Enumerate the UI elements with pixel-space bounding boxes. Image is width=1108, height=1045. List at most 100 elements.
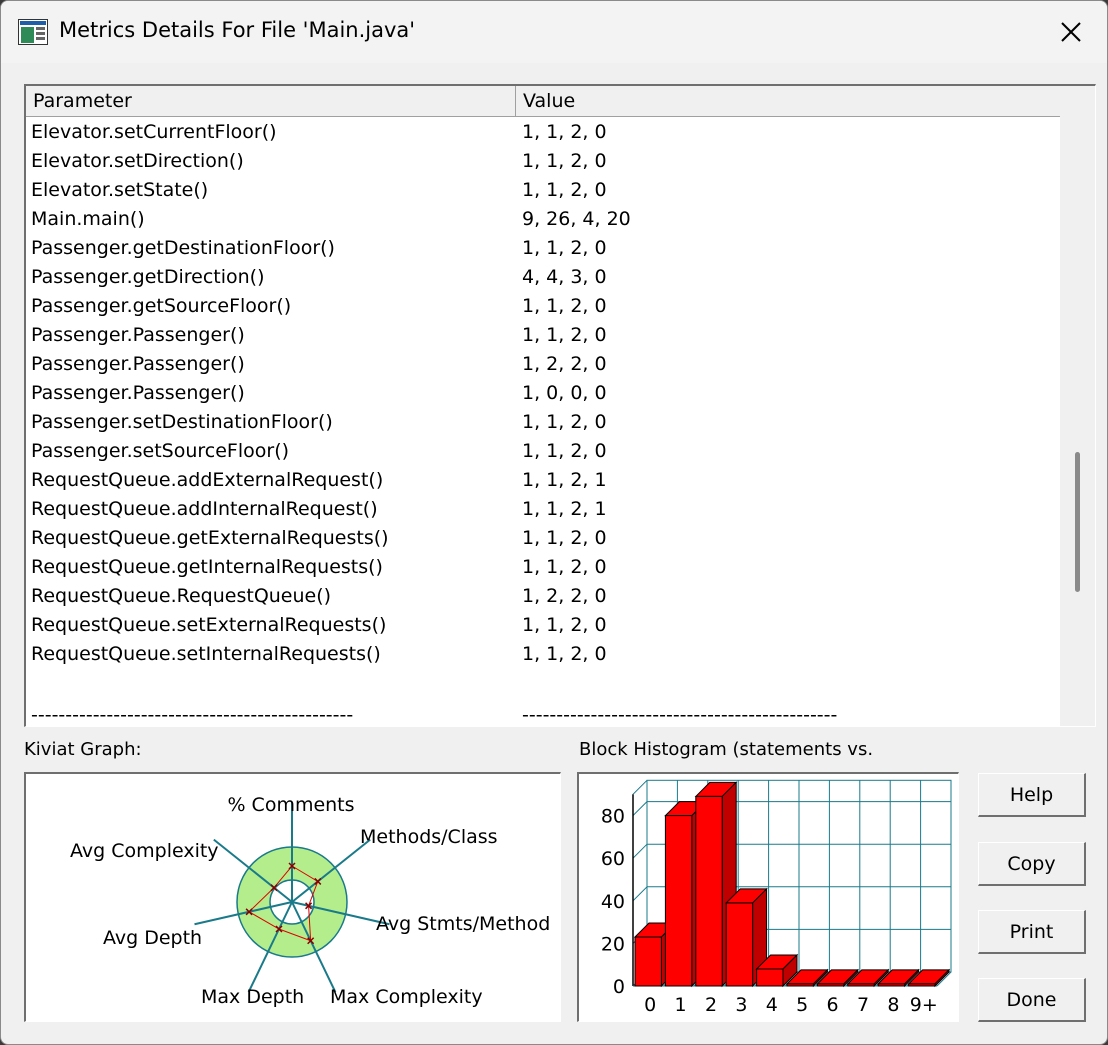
table-row[interactable]: RequestQueue.setExternalRequests() 1, 1, … bbox=[26, 612, 1062, 641]
row-value: 1, 1, 2, 0 bbox=[522, 411, 607, 433]
kiviat-axis-label: Avg Stmts/Method bbox=[376, 913, 550, 935]
copy-button[interactable]: Copy bbox=[978, 842, 1086, 886]
table-row[interactable]: RequestQueue.getInternalRequests() 1, 1, … bbox=[26, 554, 1062, 583]
histogram-y-tick-label: 60 bbox=[601, 848, 625, 870]
table-row[interactable]: Passenger.setSourceFloor() 1, 1, 2, 0 bbox=[26, 438, 1062, 467]
row-parameter: Passenger.setDestinationFloor() bbox=[31, 411, 333, 433]
table-row[interactable]: Passenger.getSourceFloor() 1, 1, 2, 0 bbox=[26, 293, 1062, 322]
list-rows: Elevator.setCurrentFloor() 1, 1, 2, 0 Elev… bbox=[26, 119, 1062, 699]
histogram-y-tick-label: 20 bbox=[601, 933, 625, 955]
row-parameter: Elevator.setCurrentFloor() bbox=[31, 121, 277, 143]
separator-param: ----------------------------------------… bbox=[31, 704, 354, 726]
block-histogram: 0204060800 1 2 3 4 5 6 7 8 9+ bbox=[601, 779, 952, 1016]
row-parameter: Passenger.Passenger() bbox=[31, 382, 245, 404]
done-button[interactable]: Done bbox=[978, 978, 1086, 1022]
histogram-x-tick-label: 8 bbox=[887, 994, 899, 1016]
histogram-x-tick-label: 6 bbox=[827, 994, 839, 1016]
table-row[interactable]: RequestQueue.getExternalRequests() 1, 1, … bbox=[26, 525, 1062, 554]
table-row[interactable]: Passenger.getDestinationFloor() 1, 1, 2, … bbox=[26, 235, 1062, 264]
row-parameter: Elevator.setState() bbox=[31, 179, 209, 201]
row-value: 1, 1, 2, 0 bbox=[522, 556, 607, 578]
row-value: 1, 1, 2, 0 bbox=[522, 237, 607, 259]
row-value: 1, 1, 2, 1 bbox=[522, 498, 607, 520]
row-value: 1, 1, 2, 0 bbox=[522, 121, 607, 143]
row-value: 9, 26, 4, 20 bbox=[522, 208, 631, 230]
window-title: Metrics Details For File 'Main.java' bbox=[59, 18, 416, 42]
row-value: 1, 1, 2, 0 bbox=[522, 643, 607, 665]
histogram-y-tick-label: 80 bbox=[601, 806, 625, 828]
histogram-bar bbox=[725, 902, 754, 987]
histogram-bar bbox=[756, 968, 784, 987]
table-row[interactable]: RequestQueue.addInternalRequest() 1, 1, 2… bbox=[26, 496, 1062, 525]
close-icon bbox=[1061, 22, 1081, 42]
row-value: 1, 1, 2, 0 bbox=[522, 527, 607, 549]
table-row[interactable]: RequestQueue.RequestQueue() 1, 2, 2, 0 bbox=[26, 583, 1062, 612]
histogram-bar bbox=[908, 983, 936, 987]
app-icon bbox=[18, 19, 48, 45]
histogram-bar bbox=[847, 983, 875, 987]
vertical-scrollbar[interactable] bbox=[1060, 86, 1095, 726]
histogram-x-tick-label: 7 bbox=[857, 994, 869, 1016]
histogram-bar bbox=[877, 983, 906, 987]
title-bar: Metrics Details For File 'Main.java' bbox=[1, 1, 1107, 63]
row-value: 1, 1, 2, 0 bbox=[522, 440, 607, 462]
histogram-bar bbox=[786, 983, 814, 987]
kiviat-axis-label: Avg Complexity bbox=[70, 840, 219, 862]
metrics-dialog: Metrics Details For File 'Main.java' Par… bbox=[0, 0, 1108, 1045]
table-row[interactable]: Passenger.Passenger() 1, 1, 2, 0 bbox=[26, 322, 1062, 351]
separator-row[interactable]: ----------------------------------------… bbox=[26, 704, 1062, 726]
row-parameter: Passenger.Passenger() bbox=[31, 353, 245, 375]
histogram-bar bbox=[816, 983, 845, 987]
row-parameter: RequestQueue.getInternalRequests() bbox=[31, 556, 383, 578]
table-row[interactable]: Passenger.Passenger() 1, 2, 2, 0 bbox=[26, 351, 1062, 380]
table-row[interactable]: RequestQueue.addExternalRequest() 1, 1, 2… bbox=[26, 467, 1062, 496]
row-value: 4, 4, 3, 0 bbox=[522, 266, 607, 288]
row-parameter: RequestQueue.setInternalRequests() bbox=[31, 643, 381, 665]
row-parameter: Elevator.setDirection() bbox=[31, 150, 244, 172]
row-value: 1, 1, 2, 0 bbox=[522, 150, 607, 172]
table-row[interactable]: Passenger.getDirection() 4, 4, 3, 0 bbox=[26, 264, 1062, 293]
histogram-panel: 0 20 40 60 80 0 1 2 3 4 5 6 7 8 9+ bbox=[577, 772, 959, 1022]
row-parameter: Passenger.getDestinationFloor() bbox=[31, 237, 335, 259]
close-button[interactable] bbox=[1035, 1, 1107, 63]
print-button[interactable]: Print bbox=[978, 910, 1086, 954]
row-parameter: Passenger.Passenger() bbox=[31, 324, 245, 346]
table-row[interactable]: Elevator.setState() 1, 1, 2, 0 bbox=[26, 177, 1062, 206]
histogram-grid-line bbox=[632, 801, 648, 816]
separator-value: ----------------------------------------… bbox=[522, 704, 838, 726]
histogram-bar bbox=[664, 815, 693, 987]
row-value: 1, 1, 2, 0 bbox=[522, 324, 607, 346]
row-value: 1, 2, 2, 0 bbox=[522, 585, 607, 607]
kiviat-axis-label: Max Complexity bbox=[330, 986, 483, 1008]
table-row[interactable]: Passenger.setDestinationFloor() 1, 1, 2, … bbox=[26, 409, 1062, 438]
histogram-bar bbox=[634, 936, 662, 987]
row-value: 1, 1, 2, 0 bbox=[522, 179, 607, 201]
metrics-list[interactable]: Parameter Value Elevator.setCurrentFloor… bbox=[24, 84, 1096, 727]
kiviat-axis-label: Avg Depth bbox=[103, 927, 202, 949]
table-row[interactable]: Main.main() 9, 26, 4, 20 bbox=[26, 206, 1062, 235]
kiviat-axis-label: Methods/Class bbox=[360, 826, 498, 848]
histogram-grid-line bbox=[632, 779, 648, 795]
row-parameter: Main.main() bbox=[31, 208, 145, 230]
row-value: 1, 2, 2, 0 bbox=[522, 353, 607, 375]
row-parameter: RequestQueue.getExternalRequests() bbox=[31, 527, 389, 549]
row-parameter: RequestQueue.addInternalRequest() bbox=[31, 498, 378, 520]
help-button[interactable]: Help bbox=[978, 773, 1086, 817]
row-value: 1, 0, 0, 0 bbox=[522, 382, 607, 404]
row-parameter: RequestQueue.RequestQueue() bbox=[31, 585, 332, 607]
table-row[interactable]: Passenger.Passenger() 1, 0, 0, 0 bbox=[26, 380, 1062, 409]
histogram-x-tick-label: 1 bbox=[675, 994, 687, 1016]
scrollbar-thumb[interactable] bbox=[1075, 452, 1080, 592]
column-header-parameter[interactable]: Parameter bbox=[26, 86, 516, 116]
table-row[interactable] bbox=[26, 670, 1062, 699]
histogram-x-tick-label: 5 bbox=[796, 994, 808, 1016]
row-parameter: RequestQueue.setExternalRequests() bbox=[31, 614, 387, 636]
column-header-value[interactable]: Value bbox=[516, 86, 1062, 116]
kiviat-axis-label: Max Depth bbox=[201, 986, 304, 1008]
kiviat-graph: % Comments Methods/Class Avg Stmts/Method M… bbox=[70, 794, 550, 1008]
table-row[interactable]: Elevator.setDirection() 1, 1, 2, 0 bbox=[26, 148, 1062, 177]
kiviat-axis-label: % Comments bbox=[227, 794, 354, 816]
table-row[interactable]: Elevator.setCurrentFloor() 1, 1, 2, 0 bbox=[26, 119, 1062, 148]
histogram-x-tick-label: 2 bbox=[705, 994, 717, 1016]
table-row[interactable]: RequestQueue.setInternalRequests() 1, 1, … bbox=[26, 641, 1062, 670]
